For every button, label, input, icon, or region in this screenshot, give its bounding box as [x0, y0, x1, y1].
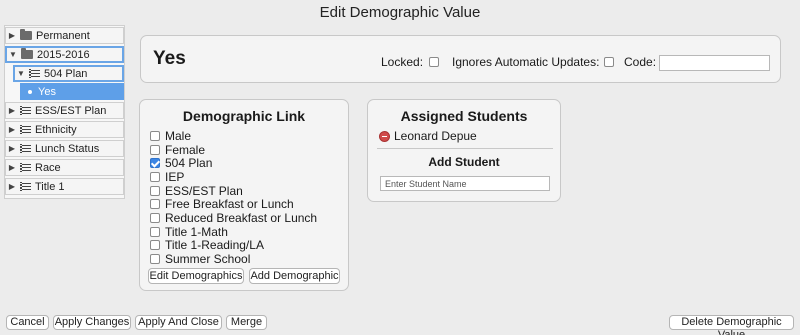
checkbox[interactable]: [150, 254, 160, 265]
checkbox[interactable]: [150, 199, 160, 210]
list-icon: [20, 163, 31, 172]
checkbox[interactable]: [150, 185, 160, 196]
student-name: Leonard Depue: [394, 129, 477, 143]
bullet-icon: [28, 89, 32, 94]
tree-item-label: ESS/EST Plan: [35, 104, 107, 117]
tree-item-title-1[interactable]: ▶ Title 1: [5, 178, 124, 195]
demographic-link-list: Male Female 504 Plan IEP ESS/EST Plan Fr…: [150, 129, 317, 266]
checkbox[interactable]: [150, 226, 160, 237]
list-icon: [20, 106, 31, 115]
list-item[interactable]: Female: [150, 143, 317, 157]
locked-checkbox[interactable]: [429, 57, 439, 67]
list-item-label: Title 1-Math: [165, 224, 228, 239]
list-item-label: ESS/EST Plan: [165, 183, 243, 198]
folder-icon: [21, 48, 33, 59]
add-student-heading: Add Student: [428, 155, 500, 169]
list-item[interactable]: 504 Plan: [150, 156, 317, 170]
checkbox[interactable]: [150, 171, 160, 182]
tree-item-label: Yes: [38, 85, 56, 98]
list-item-label: Summer School: [165, 252, 251, 267]
list-item[interactable]: IEP: [150, 170, 317, 184]
list-item-label: Title 1-Reading/LA: [165, 238, 264, 253]
list-item-label: Male: [165, 128, 192, 143]
delete-demographic-value-button[interactable]: Delete Demographic Value: [669, 315, 794, 335]
list-item-label: Free Breakfast or Lunch: [165, 197, 294, 212]
edit-demographics-button[interactable]: Edit Demographics: [148, 268, 244, 284]
checkbox[interactable]: [150, 130, 160, 141]
demographic-tree: ▶ Permanent ▼ 2015-2016 ▼ 504 Plan Yes ▶…: [4, 25, 125, 199]
list-item-label: 504 Plan: [165, 156, 213, 171]
expand-triangle-icon[interactable]: ▶: [6, 31, 18, 40]
collapse-triangle-icon[interactable]: ▼: [7, 50, 19, 59]
tree-item-lunch-status[interactable]: ▶ Lunch Status: [5, 140, 124, 157]
assigned-students-panel: Assigned Students Leonard Depue Add Stud…: [367, 99, 561, 202]
student-name-input[interactable]: [380, 176, 550, 191]
list-icon: [20, 182, 31, 191]
value-title: Yes: [153, 48, 186, 69]
locked-label: Locked:: [381, 55, 424, 69]
apply-and-close-button[interactable]: Apply And Close: [135, 315, 222, 330]
list-item-label: Reduced Breakfast or Lunch: [165, 210, 318, 225]
ignores-updates-label: Ignores Automatic Updates:: [452, 55, 600, 69]
demographic-link-heading: Demographic Link: [182, 108, 306, 124]
expand-triangle-icon[interactable]: ▶: [6, 106, 18, 115]
tree-item-ess-est-plan[interactable]: ▶ ESS/EST Plan: [5, 102, 124, 119]
expand-triangle-icon[interactable]: ▶: [6, 144, 18, 153]
list-item[interactable]: Male: [150, 129, 317, 143]
list-item[interactable]: Title 1-Reading/LA: [150, 238, 317, 253]
list-item: Leonard Depue: [379, 129, 477, 143]
remove-student-icon[interactable]: [379, 130, 390, 142]
folder-icon: [20, 29, 32, 40]
tree-item-ethnicity[interactable]: ▶ Ethnicity: [5, 121, 124, 138]
merge-button[interactable]: Merge: [226, 315, 267, 330]
code-input[interactable]: [659, 55, 770, 71]
checkbox[interactable]: [150, 240, 160, 251]
tree-item-label: 2015-2016: [37, 48, 90, 61]
value-header-panel: Yes Locked: Ignores Automatic Updates: C…: [140, 35, 781, 83]
list-item[interactable]: Title 1-Math: [150, 225, 317, 239]
demographic-link-panel: Demographic Link Male Female 504 Plan IE…: [139, 99, 349, 291]
tree-item-label: Permanent: [36, 29, 90, 42]
list-icon: [20, 144, 31, 153]
ignores-updates-checkbox[interactable]: [604, 57, 614, 67]
divider: [377, 148, 553, 149]
tree-item-race[interactable]: ▶ Race: [5, 159, 124, 176]
checkbox[interactable]: [150, 212, 160, 223]
expand-triangle-icon[interactable]: ▶: [6, 163, 18, 172]
tree-item-label: 504 Plan: [44, 67, 88, 80]
code-label: Code:: [624, 55, 657, 69]
list-item[interactable]: ESS/EST Plan: [150, 184, 317, 198]
tree-item-label: Ethnicity: [35, 123, 77, 136]
tree-item-label: Title 1: [35, 180, 65, 193]
tree-item-2015-2016[interactable]: ▼ 2015-2016: [5, 46, 124, 63]
cancel-button[interactable]: Cancel: [6, 315, 49, 330]
list-item-label: IEP: [165, 169, 185, 184]
checkbox[interactable]: [150, 158, 160, 169]
tree-item-label: Lunch Status: [35, 142, 100, 155]
list-item[interactable]: Summer School: [150, 252, 317, 266]
assigned-students-heading: Assigned Students: [400, 108, 528, 124]
expand-triangle-icon[interactable]: ▶: [6, 125, 18, 134]
window-title: Edit Demographic Value: [319, 4, 481, 21]
list-item-label: Female: [165, 142, 206, 157]
tree-item-504-plan[interactable]: ▼ 504 Plan: [13, 65, 124, 82]
expand-triangle-icon[interactable]: ▶: [6, 182, 18, 191]
list-icon: [29, 69, 40, 78]
tree-item-label: Race: [35, 161, 61, 174]
add-demographic-button[interactable]: Add Demographic: [249, 268, 340, 284]
list-item[interactable]: Reduced Breakfast or Lunch: [150, 211, 317, 225]
checkbox[interactable]: [150, 144, 160, 155]
tree-item-yes[interactable]: Yes: [20, 83, 124, 100]
list-item[interactable]: Free Breakfast or Lunch: [150, 197, 317, 211]
tree-item-permanent[interactable]: ▶ Permanent: [5, 27, 124, 44]
apply-changes-button[interactable]: Apply Changes: [53, 315, 131, 330]
list-icon: [20, 125, 31, 134]
collapse-triangle-icon[interactable]: ▼: [15, 69, 27, 78]
